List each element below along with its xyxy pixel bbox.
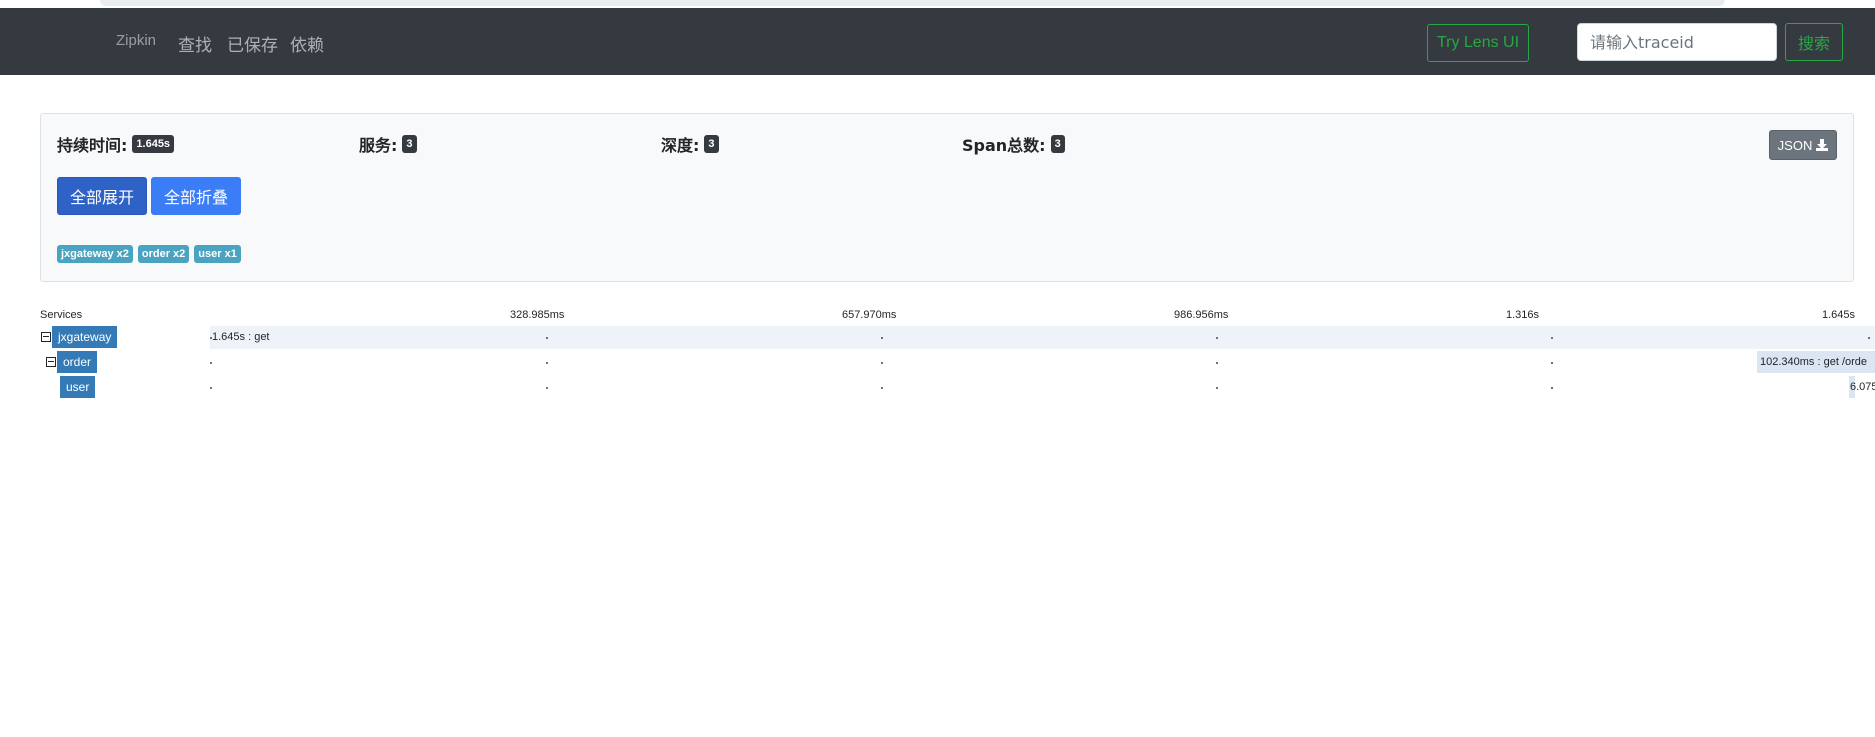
grid-dot <box>1216 387 1218 389</box>
expand-all-button[interactable]: 全部展开 <box>57 177 147 215</box>
span-count-label: Span总数: <box>962 136 1046 155</box>
service-badges: jxgateway x2 order x2 user x1 <box>57 245 241 263</box>
try-lens-ui-button[interactable]: Try Lens UI <box>1427 24 1529 62</box>
grid-dot <box>546 337 548 339</box>
timeline-tick: 328.985ms <box>510 309 565 321</box>
depth-stat: 深度: 3 <box>661 132 719 156</box>
timeline-tick: 657.970ms <box>842 309 897 321</box>
grid-dot <box>546 362 548 364</box>
timeline-tick: 1.645s <box>1822 309 1856 321</box>
grid-dot <box>1551 337 1553 339</box>
services-label: 服务: <box>359 136 398 155</box>
browser-top-strip <box>0 0 1875 8</box>
depth-badge: 3 <box>704 135 719 153</box>
service-badge-order[interactable]: order x2 <box>137 245 190 263</box>
span-bar <box>210 326 1875 349</box>
trace-timeline: Services 328.985ms 657.970ms 986.956ms 1… <box>0 305 1875 405</box>
span-count-stat: Span总数: 3 <box>962 132 1065 156</box>
trace-summary-panel: 持续时间: 1.645s 服务: 3 深度: 3 Span总数: 3 JSON … <box>40 113 1854 282</box>
brand-logo[interactable]: Zipkin <box>116 32 156 49</box>
address-bar-edge <box>100 0 1725 6</box>
grid-dot <box>1868 337 1870 339</box>
service-label-user[interactable]: user <box>60 376 96 398</box>
nav-link-dependencies[interactable]: 依赖 <box>290 31 324 56</box>
collapse-toggle-icon[interactable] <box>46 357 56 367</box>
depth-label: 深度: <box>661 136 700 155</box>
services-badge: 3 <box>402 135 417 153</box>
json-download-button[interactable]: JSON <box>1769 130 1837 160</box>
service-label-jxgateway[interactable]: jxgateway <box>52 326 118 348</box>
span-name: 102.340ms : get /orde <box>1760 356 1868 368</box>
grid-dot <box>881 362 883 364</box>
traceid-search-input[interactable] <box>1577 23 1777 61</box>
grid-dot <box>210 362 212 364</box>
service-badge-user[interactable]: user x1 <box>194 245 241 263</box>
grid-dot <box>881 387 883 389</box>
grid-dot <box>1216 362 1218 364</box>
json-button-label: JSON <box>1777 137 1813 153</box>
duration-label: 持续时间: <box>57 136 128 155</box>
search-button[interactable]: 搜索 <box>1785 23 1843 61</box>
services-header: Services <box>40 309 83 321</box>
service-label-order[interactable]: order <box>57 351 98 373</box>
collapse-all-button[interactable]: 全部折叠 <box>151 177 241 215</box>
span-row-user[interactable]: user 6.075 <box>0 376 1875 399</box>
download-icon <box>1816 139 1829 151</box>
duration-stat: 持续时间: 1.645s <box>57 132 175 156</box>
duration-badge: 1.645s <box>132 135 175 153</box>
collapse-toggle-icon[interactable] <box>41 332 51 342</box>
navbar: Zipkin 查找 已保存 依赖 Try Lens UI 搜索 <box>0 8 1875 75</box>
services-stat: 服务: 3 <box>359 132 417 156</box>
grid-dot <box>1216 337 1218 339</box>
timeline-tick: 986.956ms <box>1174 309 1229 321</box>
nav-link-find[interactable]: 查找 <box>178 31 212 56</box>
span-name: 6.075 <box>1850 381 1875 393</box>
grid-dot <box>546 387 548 389</box>
span-row-jxgateway[interactable]: jxgateway 1.645s : get <box>0 326 1875 349</box>
grid-dot <box>210 387 212 389</box>
span-row-order[interactable]: order 102.340ms : get /orde <box>0 351 1875 374</box>
nav-link-saved[interactable]: 已保存 <box>227 31 278 56</box>
grid-dot <box>881 337 883 339</box>
timeline-tick: 1.316s <box>1506 309 1540 321</box>
grid-dot <box>1551 387 1553 389</box>
grid-dot <box>1551 362 1553 364</box>
span-count-badge: 3 <box>1050 135 1065 153</box>
service-badge-jxgateway[interactable]: jxgateway x2 <box>57 245 133 263</box>
grid-dot <box>210 337 212 339</box>
span-name: 1.645s : get <box>212 331 270 343</box>
